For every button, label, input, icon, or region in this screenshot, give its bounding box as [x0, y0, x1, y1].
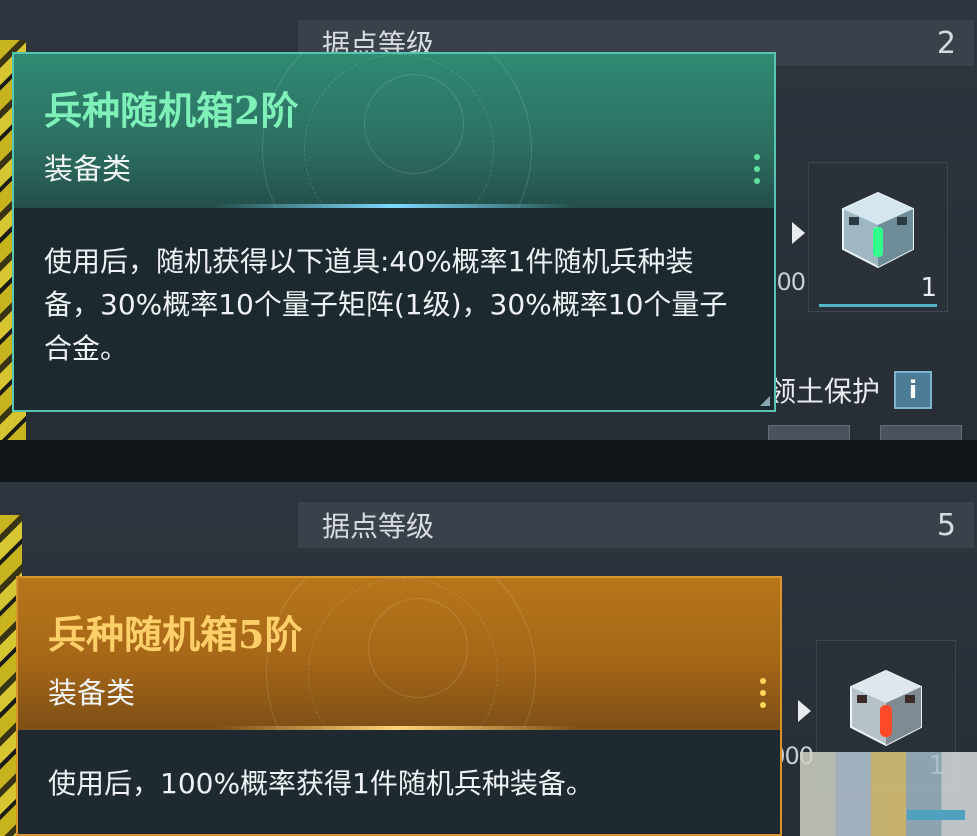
- cyan-supply-crate-icon: [842, 191, 914, 269]
- section-divider: [0, 440, 977, 482]
- territory-protection-row: 领土保护 i: [768, 370, 933, 410]
- tooltip-description: 使用后，随机获得以下道具:40%概率1件随机兵种装备，30%概率10个量子矩阵(…: [44, 245, 728, 365]
- red-supply-crate-icon: [850, 669, 922, 747]
- header-glow-line: [218, 726, 578, 730]
- tooltip-category: 装备类: [44, 152, 132, 186]
- stronghold-level-bar: 据点等级 5: [298, 502, 974, 548]
- item-tooltip-tier2: 兵种随机箱2阶 装备类 使用后，随机获得以下道具:40%概率1件随机兵种装备，3…: [12, 52, 776, 412]
- more-dots-icon: [760, 678, 766, 708]
- stronghold-level-value: 2: [936, 25, 956, 61]
- tooltip-title: 兵种随机箱2阶: [44, 88, 299, 133]
- hud-ring-decoration: [364, 74, 464, 174]
- tooltip-header: 兵种随机箱5阶 装备类: [18, 578, 780, 730]
- tooltip-category: 装备类: [48, 676, 136, 710]
- territory-protection-label: 领土保护: [768, 375, 881, 408]
- tooltip-title: 兵种随机箱5阶: [48, 612, 303, 657]
- info-icon: i: [908, 376, 918, 404]
- hud-ring-decoration: [368, 598, 468, 698]
- corner-marker: [760, 396, 770, 406]
- info-button[interactable]: i: [894, 371, 933, 409]
- tooltip-header: 兵种随机箱2阶 装备类: [14, 54, 774, 208]
- game-screen: 据点等级 2 2000 1 领土保护 i 据点等级 5 5000 兵种随机箱2阶…: [0, 0, 977, 836]
- stronghold-level-value: 5: [936, 507, 956, 543]
- item-tooltip-tier5: 兵种随机箱5阶 装备类 使用后，100%概率获得1件随机兵种装备。: [16, 576, 782, 836]
- tooltip-description: 使用后，100%概率获得1件随机兵种装备。: [48, 767, 594, 800]
- reward-item-card[interactable]: 1: [808, 162, 948, 312]
- play-arrow-icon: [798, 700, 811, 722]
- more-dots-icon: [754, 154, 760, 184]
- stronghold-level-label: 据点等级: [322, 510, 435, 543]
- header-glow-line: [214, 204, 574, 208]
- reward-underline: [819, 304, 937, 307]
- play-arrow-icon: [792, 222, 805, 244]
- reward-count: 1: [920, 273, 937, 303]
- pixelated-overlay: [800, 752, 977, 836]
